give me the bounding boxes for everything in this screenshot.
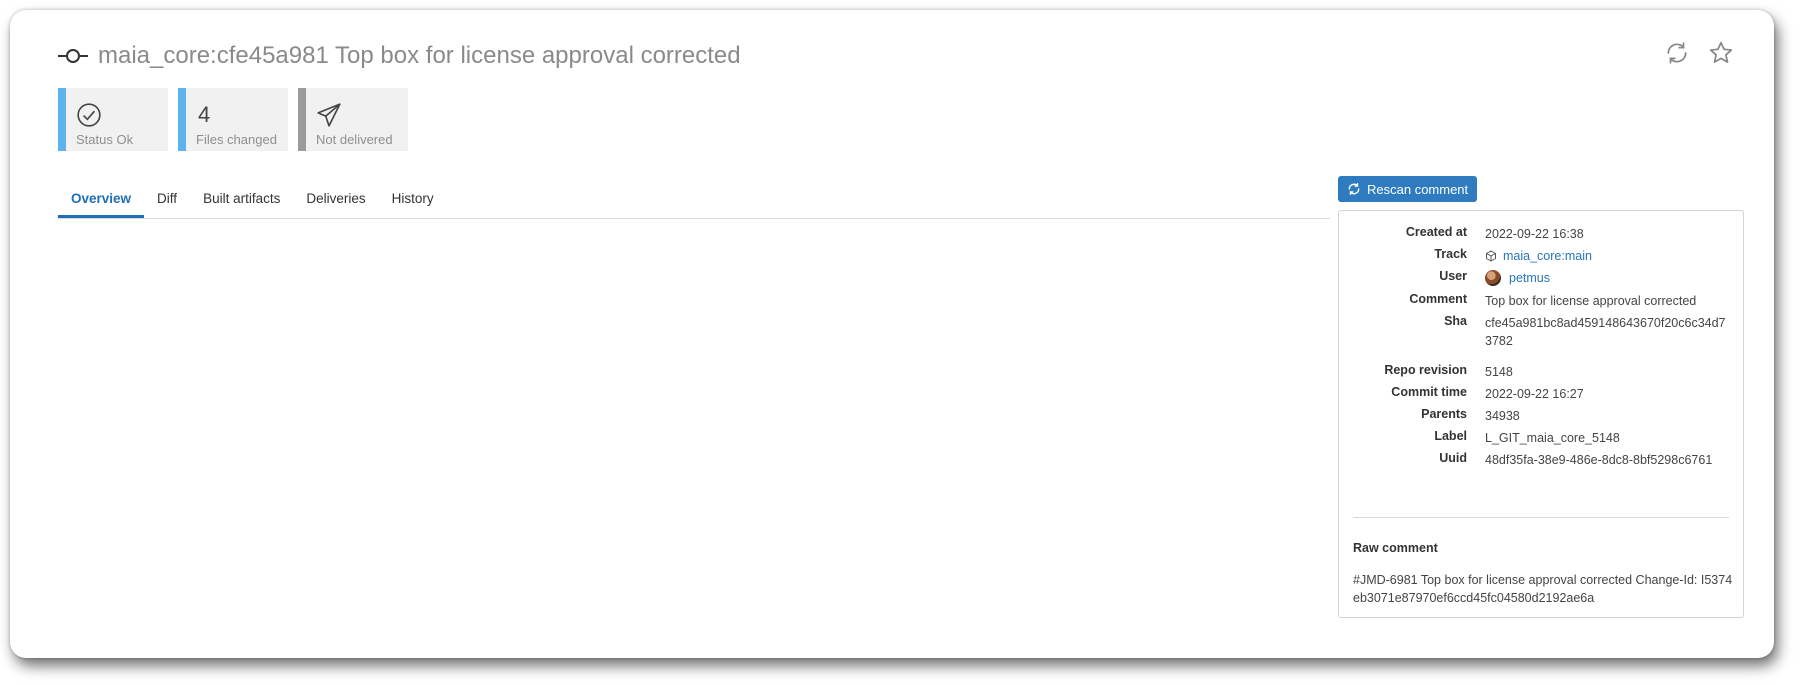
delivery-label: Not delivered [316, 132, 393, 147]
page-title: maia_core:cfe45a981 Top box for license … [98, 42, 741, 69]
star-icon[interactable] [1708, 40, 1734, 66]
detail-row-label: Label L_GIT_maia_core_5148 [1339, 429, 1743, 445]
sha-value: cfe45a981bc8ad459148643670f20c6c34d73782 [1485, 316, 1726, 348]
uuid-value: 48df35fa-38e9-486e-8dc8-8bf5298c6761 [1485, 453, 1713, 467]
commit-icon [58, 49, 88, 63]
created-at-label: Created at [1405, 225, 1467, 239]
commit-card: maia_core:cfe45a981 Top box for license … [10, 10, 1774, 658]
label-label: Label [1434, 429, 1467, 443]
tab-overview[interactable]: Overview [58, 184, 145, 218]
files-changed-tile[interactable]: 4 Files changed [178, 88, 288, 151]
divider [1353, 517, 1729, 518]
user-value-wrap: petmus [1485, 269, 1731, 287]
detail-row-created-at: Created at 2022-09-22 16:38 [1339, 225, 1743, 241]
raw-comment-text: #JMD-6981 Top box for license approval c… [1353, 573, 1733, 605]
stats-bar: Status Ok 4 Files changed Not delivered [58, 88, 408, 151]
refresh-icon [1348, 183, 1360, 195]
delivery-tile[interactable]: Not delivered [298, 88, 408, 151]
paper-plane-icon [317, 103, 341, 127]
top-actions [1664, 40, 1734, 66]
check-circle-icon [77, 103, 101, 127]
repo-revision-value: 5148 [1485, 365, 1513, 379]
track-value-wrap: maia_core:main [1485, 247, 1731, 265]
created-at-value: 2022-09-22 16:38 [1485, 227, 1584, 241]
track-label: Track [1434, 247, 1467, 261]
detail-row-comment: Comment Top box for license approval cor… [1339, 292, 1743, 308]
tab-deliveries[interactable]: Deliveries [293, 184, 378, 218]
label-value: L_GIT_maia_core_5148 [1485, 431, 1620, 445]
detail-row-repo-revision: Repo revision 5148 [1339, 363, 1743, 379]
tab-bar: Overview Diff Built artifacts Deliveries… [58, 184, 1330, 219]
commit-time-value: 2022-09-22 16:27 [1485, 387, 1584, 401]
rescan-comment-label: Rescan comment [1367, 181, 1469, 197]
tab-history[interactable]: History [379, 184, 447, 218]
detail-row-sha: Sha cfe45a981bc8ad459148643670f20c6c34d7… [1339, 314, 1743, 348]
commit-time-label: Commit time [1391, 385, 1467, 399]
parents-link[interactable]: 34938 [1485, 407, 1731, 425]
sha-label: Sha [1444, 314, 1467, 328]
status-tile[interactable]: Status Ok [58, 88, 168, 151]
cube-icon [1486, 250, 1496, 262]
detail-row-uuid: Uuid 48df35fa-38e9-486e-8dc8-8bf5298c676… [1339, 451, 1743, 467]
raw-comment-heading: Raw comment [1353, 541, 1438, 555]
commit-details-panel: Created at 2022-09-22 16:38 Track maia_c… [1338, 210, 1744, 618]
user-label: User [1439, 269, 1467, 283]
detail-row-parents: Parents 34938 [1339, 407, 1743, 423]
comment-value: Top box for license approval corrected [1485, 294, 1697, 308]
parents-label: Parents [1421, 407, 1467, 421]
comment-label: Comment [1409, 292, 1467, 306]
track-link[interactable]: maia_core:main [1503, 249, 1592, 263]
tab-built-artifacts[interactable]: Built artifacts [190, 184, 293, 218]
files-changed-label: Files changed [196, 132, 277, 147]
detail-row-track: Track maia_core:main [1339, 247, 1743, 263]
tab-diff[interactable]: Diff [144, 184, 190, 218]
detail-row-user: User petmus [1339, 269, 1743, 286]
rescan-comment-button[interactable]: Rescan comment [1338, 176, 1478, 202]
user-link[interactable]: petmus [1509, 271, 1550, 285]
refresh-icon[interactable] [1664, 40, 1690, 66]
repo-revision-label: Repo revision [1384, 363, 1467, 377]
title-row: maia_core:cfe45a981 Top box for license … [58, 42, 741, 70]
uuid-label: Uuid [1439, 451, 1467, 465]
status-label: Status Ok [76, 132, 134, 147]
avatar [1485, 270, 1501, 286]
detail-row-commit-time: Commit time 2022-09-22 16:27 [1339, 385, 1743, 401]
files-changed-count: 4 [198, 102, 211, 127]
